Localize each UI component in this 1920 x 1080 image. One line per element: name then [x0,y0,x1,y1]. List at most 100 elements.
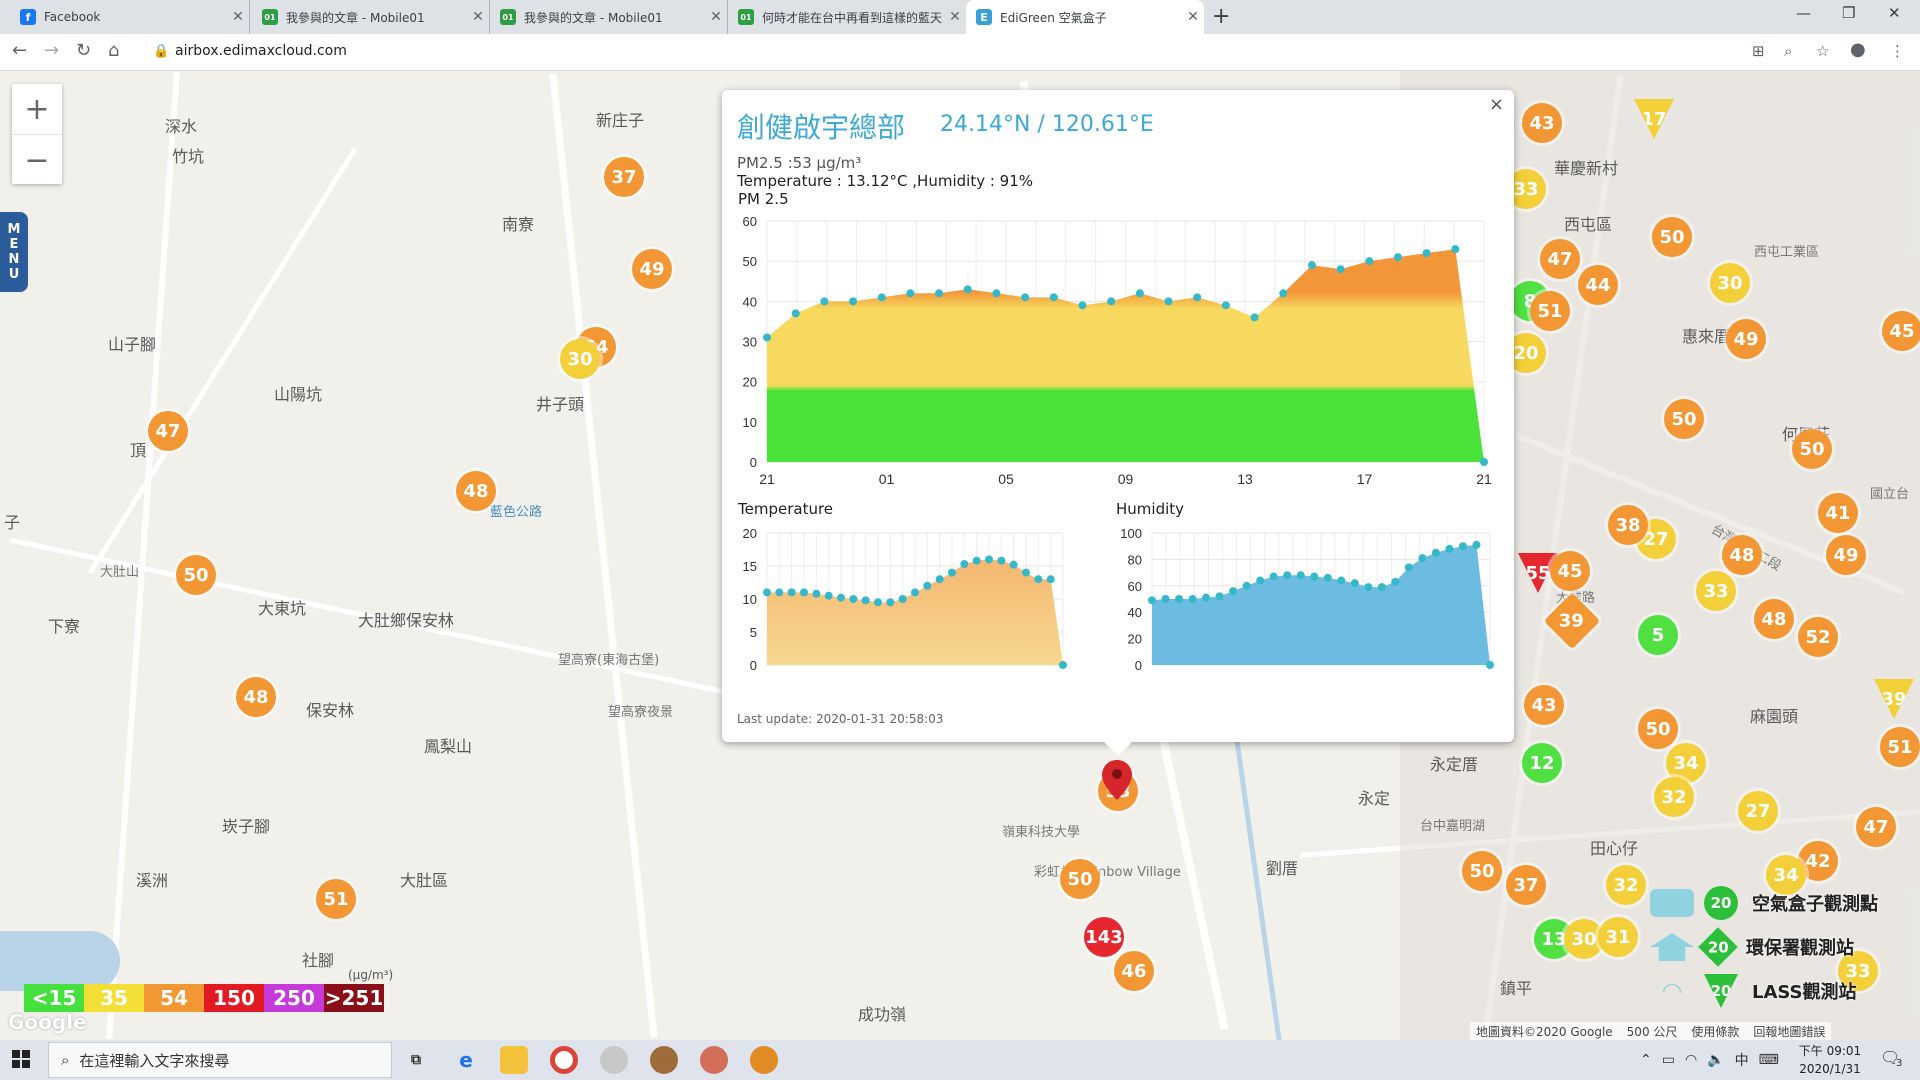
aqi-marker[interactable]: 30 [560,339,600,379]
tab-edigreen[interactable]: E EdiGreen 空氣盒子 ✕ [966,0,1204,34]
close-icon[interactable]: ✕ [705,9,727,25]
map-label: 新庄子 [596,111,645,130]
aqi-marker[interactable]: 50 [1652,217,1692,257]
translate-icon[interactable]: ⊞ [1752,42,1765,60]
close-icon[interactable]: ✕ [944,9,966,25]
aqi-marker[interactable]: 12 [1522,743,1562,783]
file-explorer-icon[interactable] [500,1046,528,1074]
tab-facebook[interactable]: f Facebook ✕ [10,0,250,34]
aqi-marker[interactable]: 45 [1550,551,1590,591]
aqi-marker[interactable]: 5 [1638,615,1678,655]
station-legend-lass[interactable]: ◠ 20 LASS觀測站 [1650,971,1857,1011]
aqi-marker[interactable]: 32 [1654,777,1694,817]
aqi-marker[interactable]: 50 [1638,709,1678,749]
aqi-marker[interactable]: 30 [1710,263,1750,303]
aqi-marker[interactable]: 32 [1606,865,1646,905]
tab-mobile01-3[interactable]: 01 何時才能在台中再看到這樣的藍天 ✕ [728,0,966,34]
aqi-marker[interactable]: 37 [604,157,644,197]
aqi-marker[interactable]: 49 [1826,535,1866,575]
close-icon[interactable]: ✕ [1182,9,1204,25]
close-icon[interactable]: ✕ [467,9,489,25]
aqi-marker[interactable]: 48 [1722,535,1762,575]
battery-icon[interactable]: ▭ [1662,1052,1675,1068]
app-icon[interactable] [650,1046,678,1074]
aqi-marker[interactable]: 48 [456,471,496,511]
data-point [849,595,858,603]
scale-label: 500 公尺 [1626,1024,1678,1039]
location-pin-icon[interactable] [1102,760,1132,800]
reload-icon[interactable]: ↻ [76,40,91,61]
home-icon[interactable]: ⌂ [108,40,119,61]
aqi-marker[interactable]: 50 [1664,399,1704,439]
menu-tab[interactable]: M E N U [0,212,28,292]
aqi-marker[interactable]: 48 [236,677,276,717]
ime-indicator[interactable]: 中 [1735,1050,1749,1070]
new-tab-button[interactable]: + [1212,4,1230,29]
aqi-marker[interactable]: 33 [1696,571,1736,611]
aqi-marker[interactable]: 48 [1754,599,1794,639]
aqi-marker[interactable]: 43 [1522,103,1562,143]
zoom-icon[interactable]: ⌕ [1784,42,1792,60]
aqi-marker[interactable]: 38 [1608,505,1648,545]
aqi-marker[interactable]: 51 [316,879,356,919]
close-icon[interactable]: ✕ [227,9,249,25]
aqi-marker[interactable]: 49 [1726,319,1766,359]
data-point [775,588,784,597]
terms-link[interactable]: 使用條款 [1691,1023,1739,1040]
aqi-marker[interactable]: 51 [1880,727,1920,767]
aqi-marker[interactable]: 31 [1598,917,1638,957]
wifi-icon[interactable]: ◠ [1685,1052,1697,1068]
address-bar[interactable]: airbox.edimaxcloud.com [175,43,347,59]
zoom-in-button[interactable]: + [12,84,62,135]
lock-icon[interactable]: 🔒 [153,44,169,59]
menu-kebab-icon[interactable]: ⋮ [1890,42,1905,60]
aqi-marker[interactable]: 49 [632,249,672,289]
tab-mobile01-2[interactable]: 01 我參與的文章 - Mobile01 ✕ [490,0,728,34]
aqi-marker[interactable]: 50 [1462,851,1502,891]
aqi-marker[interactable]: 143 [1084,917,1124,957]
forward-icon[interactable]: → [44,40,59,61]
back-icon[interactable]: ← [12,40,27,61]
aqi-marker[interactable]: 41 [1818,493,1858,533]
aqi-marker[interactable]: 27 [1738,791,1778,831]
maximize-button[interactable]: ❐ [1842,4,1855,22]
aqi-marker[interactable]: 43 [1524,685,1564,725]
station-legend-epa[interactable]: 20 環保署觀測站 [1650,927,1854,967]
keyboard-icon[interactable]: ⌨ [1759,1052,1779,1068]
mobile01-icon: 01 [738,9,754,25]
aqi-marker[interactable]: 37 [1506,865,1546,905]
report-error-link[interactable]: 回報地圖錯誤 [1753,1023,1825,1040]
zoom-out-button[interactable]: − [12,135,62,185]
tab-title: Facebook [44,10,101,24]
close-window-button[interactable]: ✕ [1888,4,1901,22]
app-icon[interactable] [600,1046,628,1074]
aqi-marker[interactable]: 45 [1882,311,1920,351]
chrome-icon[interactable] [550,1046,578,1074]
edge-icon[interactable]: e [452,1046,480,1074]
tab-mobile01-1[interactable]: 01 我參與的文章 - Mobile01 ✕ [252,0,490,34]
profile-icon[interactable]: ● [1850,39,1866,60]
aqi-marker[interactable]: 46 [1114,951,1154,991]
aqi-marker[interactable]: 50 [176,555,216,595]
aqi-marker[interactable]: 51 [1530,291,1570,331]
app-icon[interactable] [700,1046,728,1074]
chevron-up-icon[interactable]: ⌃ [1640,1052,1652,1068]
task-view-icon[interactable]: ⧉ [402,1046,430,1074]
close-popup-button[interactable]: × [1489,94,1504,115]
minimize-button[interactable]: — [1796,4,1811,22]
aqi-marker[interactable]: 50 [1060,859,1100,899]
aqi-marker[interactable]: 52 [1798,617,1838,657]
data-point [1431,548,1440,557]
app-icon[interactable] [750,1046,778,1074]
windows-start-icon[interactable] [12,1050,30,1068]
aqi-marker[interactable]: 47 [1540,239,1580,279]
taskbar-search[interactable]: ⌕ 在這裡輸入文字來搜尋 [48,1042,392,1078]
aqi-marker[interactable]: 47 [148,411,188,451]
aqi-marker[interactable]: 44 [1578,265,1618,305]
volume-icon[interactable]: 🔈 [1707,1052,1724,1068]
aqi-marker[interactable]: 50 [1792,429,1832,469]
station-legend-airbox[interactable]: 20 空氣盒子觀測點 [1650,883,1878,923]
bookmark-star-icon[interactable]: ☆ [1816,42,1829,60]
clock[interactable]: 下午 09:01 2020/1/31 [1795,1042,1865,1078]
aqi-marker[interactable]: 47 [1856,807,1896,847]
